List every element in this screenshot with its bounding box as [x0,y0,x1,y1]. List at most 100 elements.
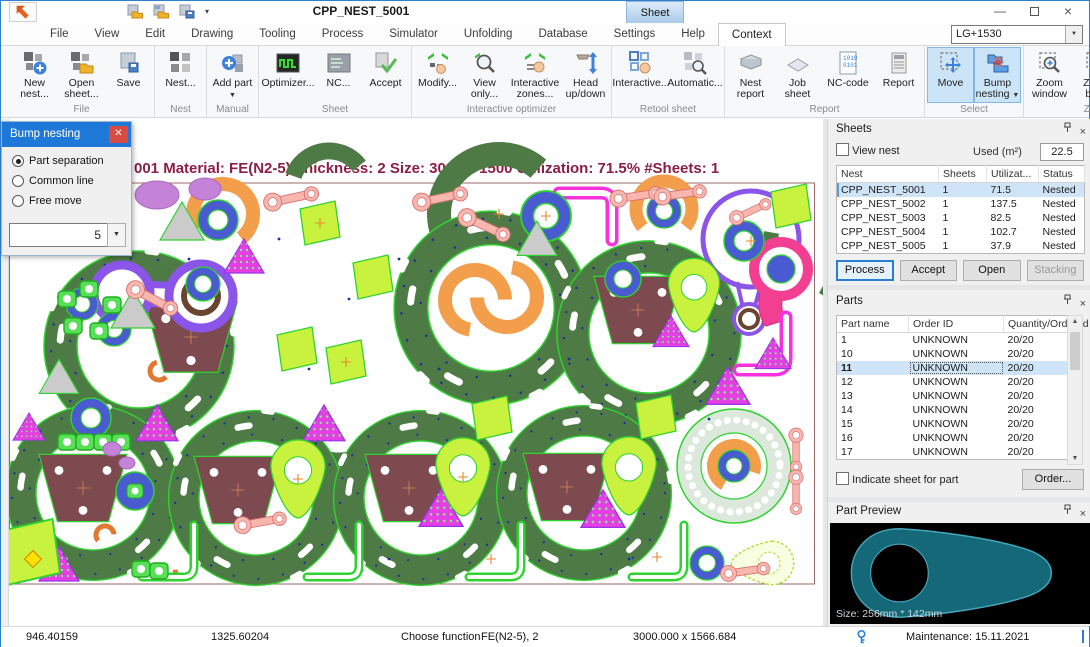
bump-step-dropdown-icon[interactable]: ▼ [107,223,126,247]
nest-report-button[interactable]: Nest report [727,47,774,103]
order-button[interactable]: Order... [1022,469,1084,490]
zoom-back-button[interactable]: Zoom back [1073,47,1090,103]
stacking-button[interactable]: Stacking [1027,260,1085,281]
open-nest-icon[interactable] [127,4,143,19]
material-combo-arrow-icon[interactable]: ▼ [1065,26,1082,43]
view-nest-option[interactable]: View nest [836,143,900,157]
process-button[interactable]: Process [836,260,894,281]
open-sheet-button[interactable]: Open sheet... [58,47,105,103]
tab-process[interactable]: Process [309,23,377,45]
minimize-button[interactable]: — [983,1,1017,23]
sheets-table[interactable]: Nest Sheets Utilizat... Status CPP_NEST_… [836,165,1085,254]
tab-drawing[interactable]: Drawing [178,23,246,45]
indicate-sheet-checkbox[interactable] [836,472,849,485]
parts-scrollbar[interactable]: ▲ ▼ [1067,315,1083,465]
save-button[interactable]: Save [105,47,152,103]
tab-help[interactable]: Help [668,23,718,45]
save-quick-icon[interactable] [179,4,195,19]
modify-button[interactable]: Modify... [414,47,461,103]
part-preview-canvas[interactable]: Size: 256mm * 142mm [830,523,1090,624]
bump-nesting-button[interactable]: Bump nesting ▼ [974,47,1021,103]
radio-free-move[interactable] [12,195,24,207]
material-combo[interactable]: LG+1530 ▼ [951,25,1083,44]
close-panel-icon[interactable]: × [1080,122,1086,142]
retool-automatic-button[interactable]: Automatic... [668,47,722,103]
add-part-button[interactable]: Add part▼ [209,47,256,103]
zoom-window-button[interactable]: Zoom window [1026,47,1073,103]
scroll-thumb[interactable] [1070,332,1080,370]
sheet-row[interactable]: CPP_NEST_5003182.5Nested [837,211,1085,225]
tab-unfolding[interactable]: Unfolding [451,23,526,45]
part-row[interactable]: 12UNKNOWN20/20 [837,375,1069,389]
bump-dialog-close-icon[interactable]: ✕ [109,126,128,143]
sheet-row[interactable]: CPP_NEST_5005137.9Nested [837,239,1085,254]
nc-code-button[interactable]: 10100101 NC-code [821,47,875,103]
col-status[interactable]: Status [1039,166,1085,183]
bump-step-input[interactable]: 5 [9,223,108,247]
tab-tooling[interactable]: Tooling [246,23,308,45]
app-logo-button[interactable] [9,2,37,22]
qat-customize-caret[interactable]: ▾ [205,7,209,16]
part-row[interactable]: 1UNKNOWN20/20 [837,333,1069,348]
col-part-name[interactable]: Part name [837,316,909,333]
close-panel-icon[interactable]: × [1080,294,1086,314]
sheet-row[interactable]: CPP_NEST_5001171.5Nested [837,183,1085,198]
tab-file[interactable]: File [37,23,82,45]
radio-part-separation[interactable] [12,155,24,167]
part-row[interactable]: 14UNKNOWN20/20 [837,403,1069,417]
interactive-zones-button[interactable]: Interactive zones... [508,47,562,103]
tab-edit[interactable]: Edit [132,23,178,45]
pin-icon[interactable] [1063,122,1072,133]
col-quantity[interactable]: Quantity/Ordered [1004,316,1069,333]
close-panel-icon[interactable]: × [1080,504,1086,524]
part-row[interactable]: 11UNKNOWN20/20 [837,361,1069,375]
part-row[interactable]: 13UNKNOWN20/20 [837,389,1069,403]
report-button[interactable]: Report [875,47,922,103]
open-order-icon[interactable] [153,4,169,19]
radio-common-line[interactable] [12,175,24,187]
license-key-icon[interactable] [856,630,867,644]
part-row[interactable]: 16UNKNOWN20/20 [837,431,1069,445]
scroll-up-icon[interactable]: ▲ [1068,318,1082,325]
head-updown-button[interactable]: Head up/down [562,47,609,103]
part-row[interactable]: 15UNKNOWN20/20 [837,417,1069,431]
pin-icon[interactable] [1063,504,1072,515]
scroll-down-icon[interactable]: ▼ [1068,455,1082,462]
context-ribbon-group-header[interactable]: Sheet [626,1,684,23]
maximize-button[interactable] [1017,1,1051,23]
option-common-line[interactable]: Common line [12,175,131,187]
new-nest-button[interactable]: New nest... [11,47,58,103]
col-order-id[interactable]: Order ID [909,316,1004,333]
indicate-sheet-option[interactable]: Indicate sheet for part [836,472,958,486]
accept-button[interactable]: Accept [362,47,409,103]
nest-button[interactable]: Nest... [157,47,204,103]
view-nest-checkbox[interactable] [836,143,849,156]
part-row[interactable]: 17UNKNOWN20/20 [837,445,1069,460]
option-free-move[interactable]: Free move [12,195,131,207]
move-button[interactable]: Move [927,47,974,103]
col-utilization[interactable]: Utilizat... [987,166,1039,183]
nc-button[interactable]: NC... [315,47,362,103]
tab-simulator[interactable]: Simulator [376,23,451,45]
optimizer-button[interactable]: Optimizer... [261,47,315,103]
col-sheets[interactable]: Sheets [939,166,987,183]
parts-table[interactable]: Part name Order ID Quantity/Ordered 1UNK… [836,315,1069,460]
tab-view[interactable]: View [82,23,133,45]
tab-database[interactable]: Database [525,23,600,45]
open-button[interactable]: Open [963,260,1021,281]
part-row[interactable]: 10UNKNOWN20/20 [837,347,1069,361]
tab-context[interactable]: Context [718,23,786,47]
view-only-button[interactable]: View only... [461,47,508,103]
sheet-row[interactable]: CPP_NEST_50041102.7Nested [837,225,1085,239]
close-button[interactable]: × [1051,1,1085,23]
pin-icon[interactable] [1063,294,1072,305]
col-nest[interactable]: Nest [837,166,939,183]
retool-interactive-button[interactable]: Interactive... [614,47,668,103]
tab-settings[interactable]: Settings [601,23,669,45]
job-sheet-button[interactable]: Job sheet [774,47,821,103]
option-part-separation[interactable]: Part separation [12,155,131,167]
sheet-row[interactable]: CPP_NEST_50021137.5Nested [837,197,1085,211]
bump-dialog-titlebar[interactable]: Bump nesting ✕ [2,122,131,147]
accept-sheets-button[interactable]: Accept [900,260,958,281]
horizontal-splitter[interactable] [828,285,1090,290]
